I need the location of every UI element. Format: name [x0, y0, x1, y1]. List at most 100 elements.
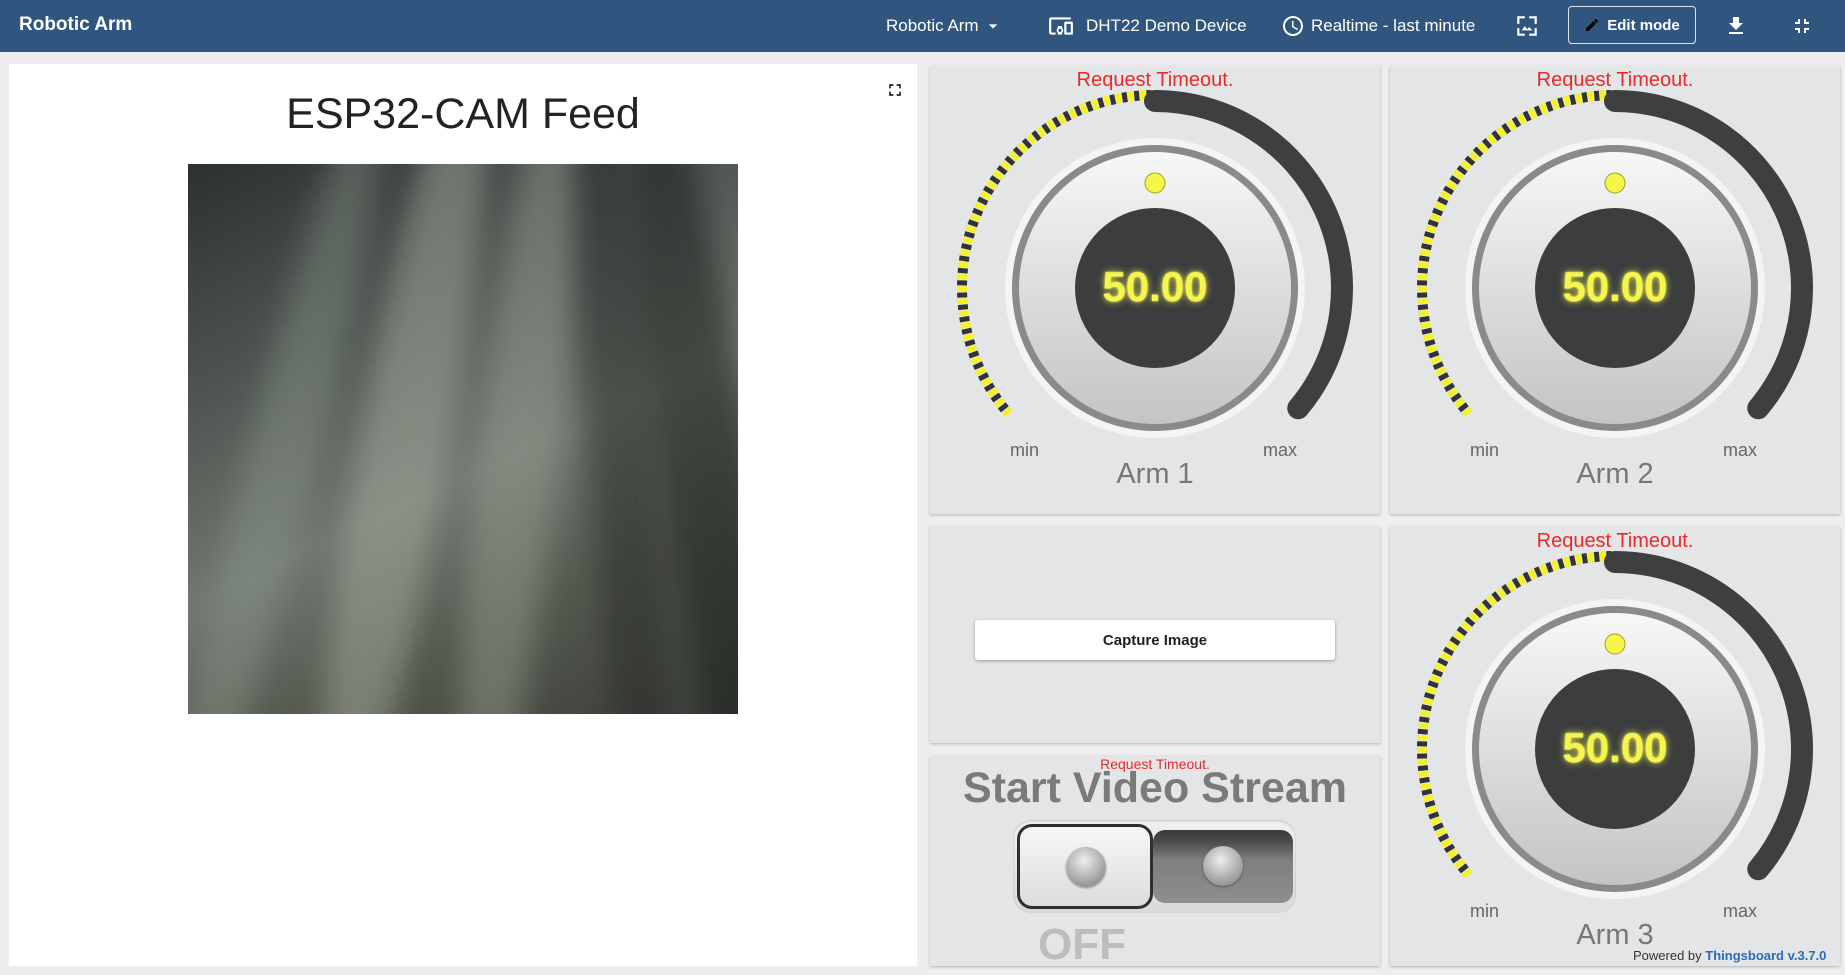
knob-tick	[1419, 774, 1429, 775]
knob-tick	[1603, 90, 1604, 100]
knob-tick	[1434, 364, 1443, 368]
knob-tick	[1019, 144, 1026, 151]
knob-indicator	[1605, 173, 1625, 193]
knob-tick	[985, 385, 994, 390]
knob-tick	[1421, 785, 1431, 787]
knob-tick	[1136, 91, 1137, 101]
knob-tick	[1509, 121, 1514, 129]
knob-tick	[1124, 92, 1126, 102]
knob-tick	[1424, 336, 1434, 339]
knob-tick	[1479, 144, 1486, 151]
image-export-button[interactable]	[1513, 12, 1541, 40]
knob-tick	[1015, 148, 1022, 155]
knob-tick	[1572, 95, 1574, 105]
toggle-indicator	[1066, 847, 1106, 887]
knob-tick	[1444, 188, 1453, 193]
knob-tick	[1536, 567, 1540, 576]
knob-tick	[1424, 797, 1434, 800]
knob-tick	[1566, 557, 1568, 567]
camera-title: ESP32-CAM Feed	[9, 90, 917, 139]
knob-tick	[1475, 609, 1482, 616]
knob-tick	[1033, 132, 1039, 140]
exit-fullscreen-button[interactable]	[1788, 12, 1816, 40]
knob-tick	[971, 216, 980, 220]
edit-mode-button[interactable]: Edit mode	[1568, 6, 1696, 44]
knob-tick	[1560, 559, 1563, 569]
knob-tick	[1422, 707, 1432, 709]
knob-tick	[959, 258, 969, 260]
dashboard-state-select[interactable]: Robotic Arm	[886, 0, 1003, 52]
knob-tick	[1431, 677, 1440, 681]
knob-tick	[1530, 109, 1534, 118]
knob-tick	[1458, 167, 1466, 173]
knob-tick	[1519, 576, 1524, 585]
knob-tick	[963, 240, 973, 242]
knob-tick	[971, 358, 980, 362]
knob-tick	[964, 336, 974, 339]
knob-tick	[1449, 851, 1457, 856]
toggle-state-label: OFF	[1038, 920, 1126, 966]
knob-tick	[1514, 118, 1519, 127]
knob-tick	[1454, 633, 1462, 639]
knob-tick	[996, 400, 1004, 406]
knob-tick	[1488, 597, 1494, 605]
knob-tick	[992, 395, 1000, 401]
knob-tick	[1462, 162, 1470, 168]
knob-tick	[1525, 573, 1530, 582]
knob-tick	[1462, 623, 1470, 629]
knob-title: Arm 1	[930, 458, 1380, 491]
knob-tick	[1419, 313, 1429, 314]
knob-tick	[1560, 98, 1563, 108]
knob-tick	[1431, 216, 1440, 220]
knob-tick	[1002, 162, 1010, 168]
entity-alias-select[interactable]: DHT22 Demo Device	[1048, 0, 1247, 52]
timewindow-button[interactable]: Realtime - last minute	[1281, 0, 1475, 52]
toggle-thumb[interactable]	[1017, 824, 1153, 909]
knob-tick	[987, 182, 995, 187]
camera-feed-image	[188, 164, 738, 714]
knob-tick	[1425, 802, 1435, 805]
knob-tick	[1076, 106, 1080, 115]
knob-tick	[1578, 555, 1580, 565]
knob-tick	[1442, 841, 1451, 846]
edit-mode-label: Edit mode	[1607, 17, 1680, 34]
knob-tick	[1525, 112, 1530, 121]
knob-tick	[1596, 552, 1597, 562]
knob-tick	[998, 167, 1006, 173]
knob-tick	[1431, 819, 1440, 823]
knob-tick	[1445, 846, 1454, 851]
knob-tick	[1519, 115, 1524, 124]
knob-tick	[1028, 136, 1034, 144]
thingsboard-link[interactable]: Thingsboard v.3.7.0	[1705, 948, 1826, 963]
knob-tick	[991, 177, 999, 183]
knob-tick	[1456, 861, 1464, 867]
knob-tick	[974, 364, 983, 368]
capture-image-button[interactable]: Capture Image	[975, 620, 1335, 660]
knob-indicator	[1145, 173, 1165, 193]
knob-tick	[1536, 106, 1540, 115]
fullscreen-icon[interactable]	[885, 80, 905, 100]
knob-tick	[1429, 353, 1438, 356]
capture-widget: Capture Image	[930, 527, 1380, 743]
pencil-icon	[1584, 17, 1600, 33]
knob-value: 50.00	[1390, 724, 1840, 772]
knob-tick	[1459, 404, 1467, 410]
download-button[interactable]	[1722, 12, 1750, 40]
knob-tick	[1426, 228, 1436, 231]
knob-tick	[1548, 102, 1551, 111]
knob-tick	[961, 324, 971, 326]
knob-tick	[1493, 132, 1499, 140]
knob-tick	[1065, 112, 1070, 121]
knob-tick	[1118, 94, 1120, 104]
knob-tick	[1094, 100, 1097, 110]
knob-tick	[1428, 222, 1437, 225]
video-stream-toggle[interactable]	[1013, 820, 1296, 913]
knob-tick	[1420, 779, 1430, 781]
knob-tick	[1603, 551, 1604, 561]
knob-tick	[968, 222, 977, 225]
knob-tick	[1548, 563, 1551, 572]
powered-by-text: Powered by	[1633, 948, 1702, 963]
knob-tick	[994, 172, 1002, 178]
knob-tick	[1419, 719, 1429, 721]
knob-tick	[1452, 395, 1460, 401]
